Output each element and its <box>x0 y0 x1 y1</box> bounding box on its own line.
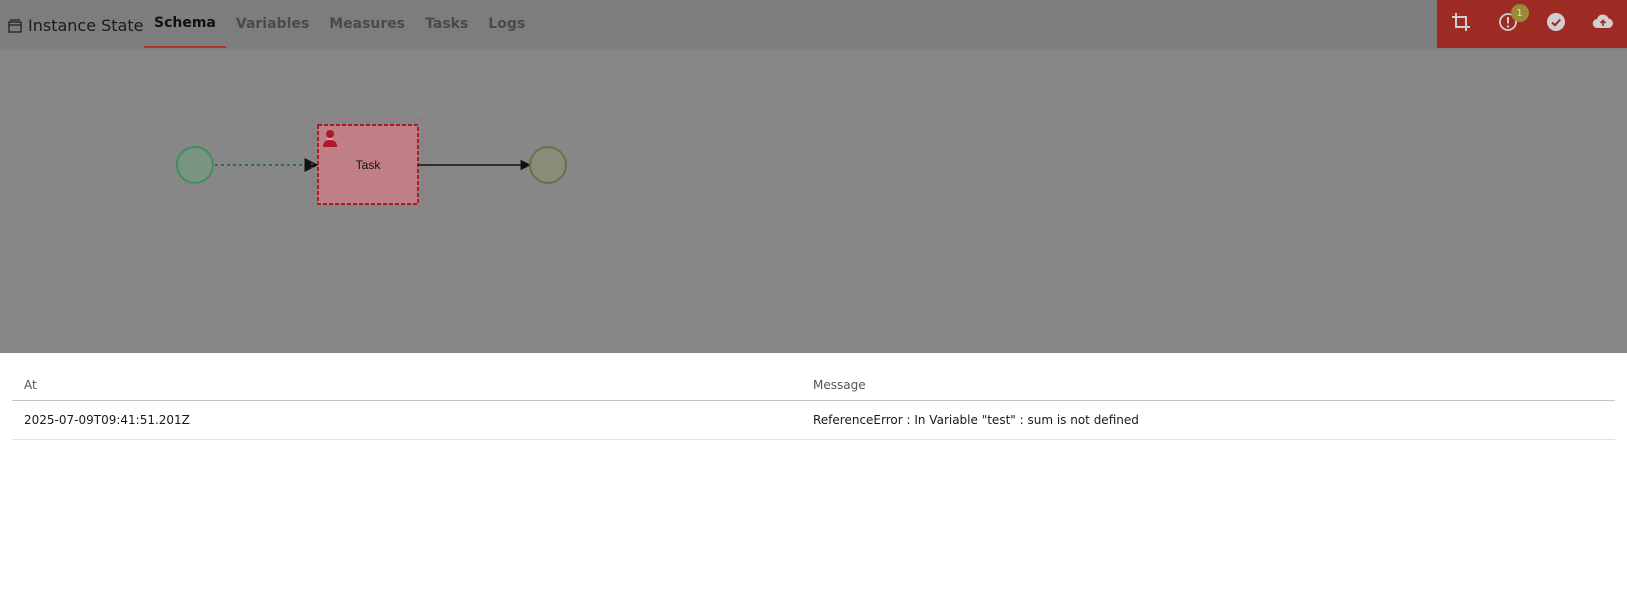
cell-at: 2025-07-09T09:41:51.201Z <box>24 413 190 427</box>
tab-variables[interactable]: Variables <box>226 0 319 48</box>
page-title: Instance State <box>8 14 144 36</box>
tab-schema[interactable]: Schema <box>144 0 226 48</box>
window-icon <box>8 18 22 33</box>
start-event[interactable] <box>176 146 214 184</box>
table-row[interactable]: 2025-07-09T09:41:51.201Z ReferenceError … <box>12 401 1615 440</box>
cloud-upload-icon <box>1592 12 1614 36</box>
check-circle-icon <box>1546 12 1566 36</box>
task-node[interactable]: Task <box>317 124 419 205</box>
column-header-at[interactable]: At <box>12 378 813 392</box>
alert-count-badge: 1 <box>1510 4 1529 22</box>
toolbar: 1 <box>1437 0 1627 48</box>
diagram-canvas: Task <box>176 118 567 211</box>
errors-button[interactable]: 1 <box>1485 0 1533 48</box>
crop-icon <box>1451 12 1471 36</box>
tab-logs[interactable]: Logs <box>478 0 535 48</box>
task-label: Task <box>356 158 382 172</box>
app-root: Instance State Schema Variables Measures… <box>0 0 1627 589</box>
header-bar: Instance State Schema Variables Measures… <box>0 0 1627 48</box>
end-event[interactable] <box>529 146 567 184</box>
cell-message: ReferenceError : In Variable "test" : su… <box>813 413 1139 427</box>
tab-bar: Schema Variables Measures Tasks Logs <box>144 0 535 48</box>
tab-tasks[interactable]: Tasks <box>415 0 478 48</box>
page-title-text: Instance State <box>28 15 144 35</box>
process-diagram: Task <box>0 48 1627 353</box>
schema-panel: Instance State Schema Variables Measures… <box>0 0 1627 353</box>
column-header-message[interactable]: Message <box>813 378 1615 392</box>
crop-button[interactable] <box>1437 0 1485 48</box>
table-header: At Message <box>12 370 1615 401</box>
tab-measures[interactable]: Measures <box>319 0 415 48</box>
validate-button[interactable] <box>1532 0 1580 48</box>
logs-table: At Message 2025-07-09T09:41:51.201Z Refe… <box>12 370 1615 440</box>
upload-button[interactable] <box>1580 0 1627 48</box>
